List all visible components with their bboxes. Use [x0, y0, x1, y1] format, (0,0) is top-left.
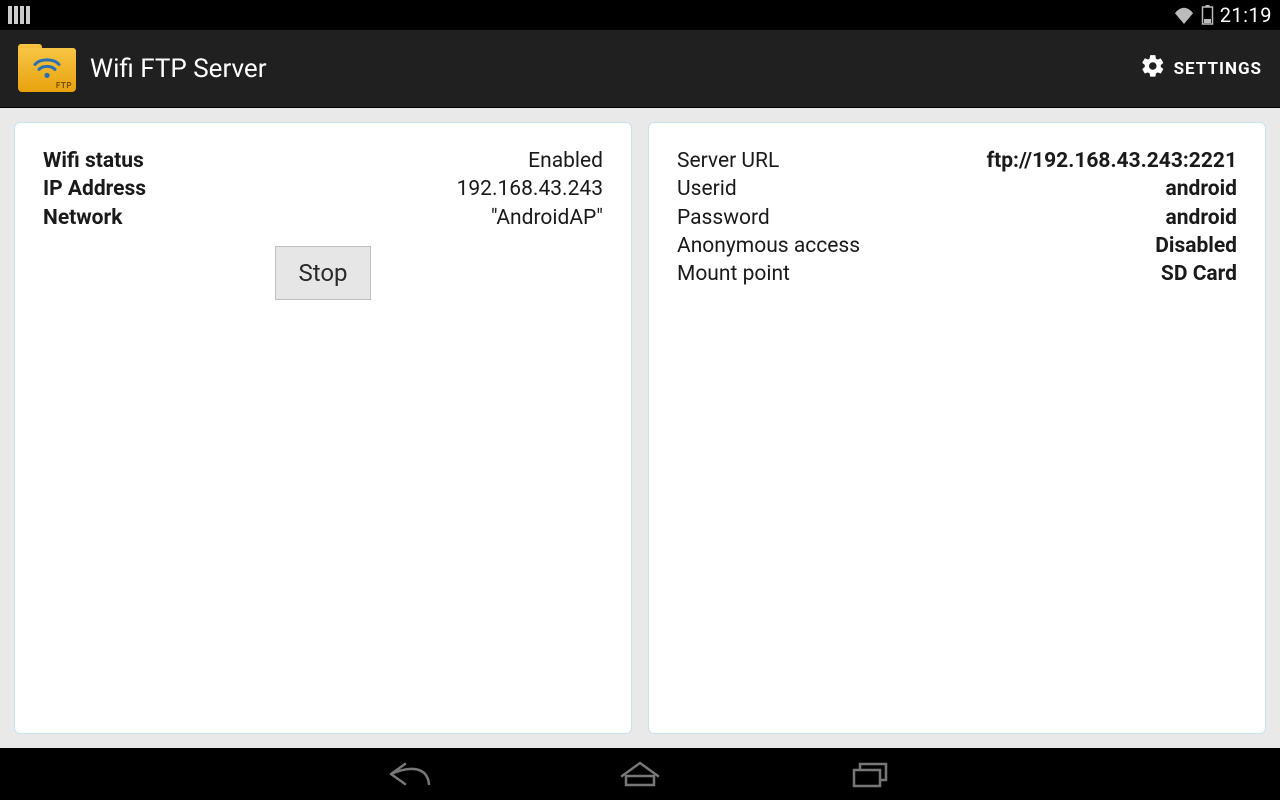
password-row: Password android: [677, 204, 1237, 232]
password-value: android: [1166, 204, 1237, 232]
network-value: "AndroidAP": [491, 204, 603, 232]
ip-address-value: 192.168.43.243: [457, 175, 603, 203]
recent-apps-button[interactable]: [840, 754, 900, 794]
stop-button[interactable]: Stop: [275, 246, 370, 300]
gear-icon: [1140, 53, 1166, 84]
userid-row: Userid android: [677, 175, 1237, 203]
mount-point-row: Mount point SD Card: [677, 260, 1237, 288]
network-label: Network: [43, 204, 122, 232]
anonymous-access-row: Anonymous access Disabled: [677, 232, 1237, 260]
userid-value: android: [1166, 175, 1237, 203]
app-title: Wifi FTP Server: [90, 54, 267, 84]
app-icon: FTP: [18, 46, 76, 92]
home-button[interactable]: [610, 754, 670, 794]
action-bar-left: FTP Wifi FTP Server: [18, 46, 267, 92]
wifi-icon: [1173, 6, 1195, 24]
mount-point-label: Mount point: [677, 260, 790, 288]
battery-icon: [1201, 5, 1214, 25]
app-action-bar: FTP Wifi FTP Server SETTINGS: [0, 30, 1280, 108]
settings-button[interactable]: SETTINGS: [1140, 53, 1262, 84]
back-button[interactable]: [380, 754, 440, 794]
ip-address-label: IP Address: [43, 175, 146, 203]
anonymous-access-label: Anonymous access: [677, 232, 860, 260]
menu-indicator-icon: [8, 6, 30, 24]
ip-address-row: IP Address 192.168.43.243: [43, 175, 603, 203]
folder-ftp-label: FTP: [56, 81, 72, 90]
navigation-bar: [0, 748, 1280, 800]
userid-label: Userid: [677, 175, 737, 203]
server-url-label: Server URL: [677, 147, 779, 175]
server-url-row: Server URL ftp://192.168.43.243:2221: [677, 147, 1237, 175]
password-label: Password: [677, 204, 770, 232]
server-info-card: Server URL ftp://192.168.43.243:2221 Use…: [648, 122, 1266, 734]
anonymous-access-value: Disabled: [1155, 232, 1237, 260]
status-bar-left: [8, 0, 30, 30]
network-row: Network "AndroidAP": [43, 204, 603, 232]
main-content: Wifi status Enabled IP Address 192.168.4…: [0, 108, 1280, 748]
status-bar-right: 21:19: [1173, 3, 1272, 27]
wifi-status-card: Wifi status Enabled IP Address 192.168.4…: [14, 122, 632, 734]
wifi-status-label: Wifi status: [43, 147, 144, 175]
system-status-bar: 21:19: [0, 0, 1280, 30]
mount-point-value: SD Card: [1161, 260, 1237, 288]
server-url-value: ftp://192.168.43.243:2221: [987, 147, 1237, 175]
status-clock: 21:19: [1220, 3, 1272, 27]
settings-label: SETTINGS: [1174, 59, 1262, 79]
wifi-status-row: Wifi status Enabled: [43, 147, 603, 175]
wifi-status-value: Enabled: [528, 147, 603, 175]
